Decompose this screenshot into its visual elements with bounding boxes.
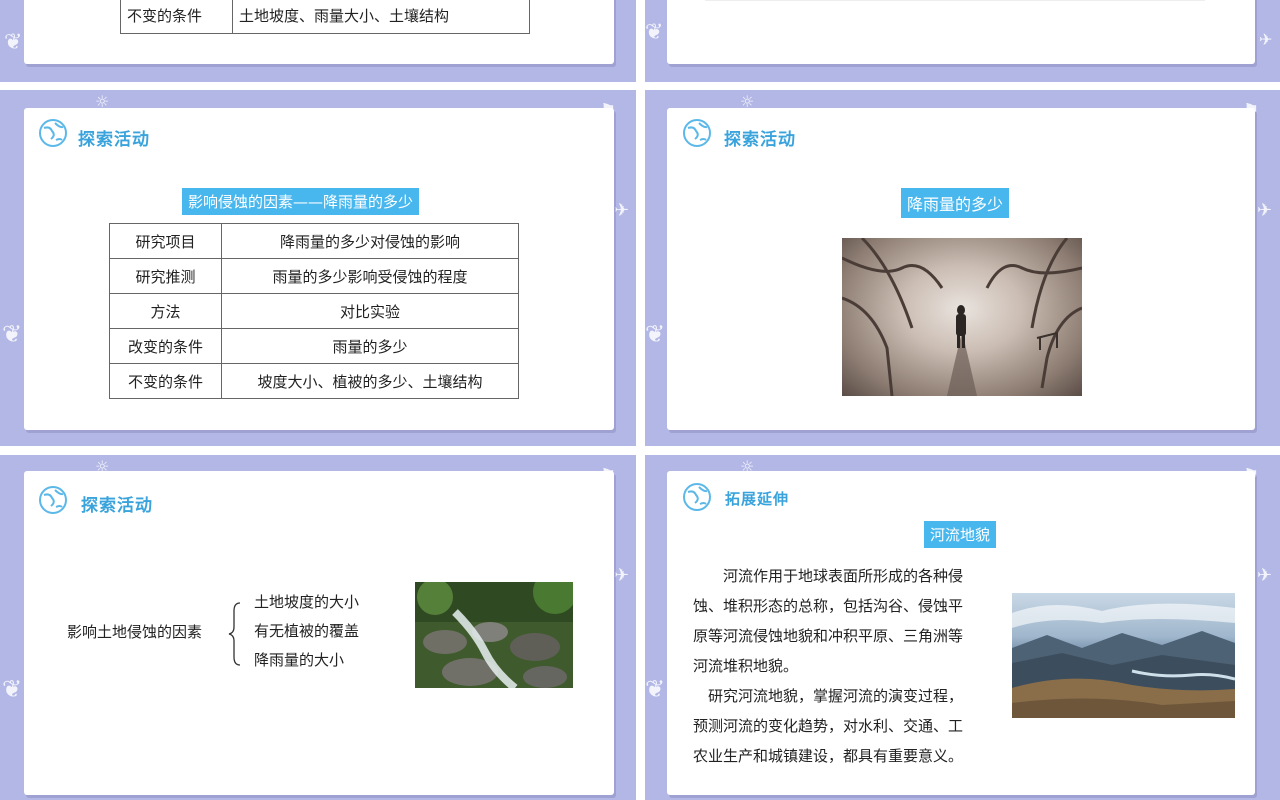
paragraph-line: 河流作用于地球表面所形成的各种侵 [693,567,964,585]
table-cell-label: 研究项目 [109,223,222,259]
airplane-decoration: ✈ [614,565,630,586]
table-cell-label: 不变的条件 [120,0,233,34]
leaf-decoration: ❦ [2,675,23,703]
airplane-decoration: ✈ [1257,565,1273,586]
slide-2[interactable]: ❦ ✈ [645,0,1280,82]
airplane-decoration: ✈ [1259,30,1273,49]
section-title: 探索活动 [724,130,796,150]
paragraph-line: 原等河流侵蚀地貌和冲积平原、三角洲等 [693,627,964,645]
airplane-decoration: ✈ [1257,200,1273,221]
slide-4-card: 探索活动 降雨量的多少 [667,108,1255,430]
paragraph-line: 河流堆积地貌。 [693,657,799,675]
foggy-park-photo [842,238,1082,396]
slide-2-divider [705,0,1205,1]
study-table: 研究项目 降雨量的多少对侵蚀的影响 研究推测 雨量的多少影响受侵蚀的程度 方法 对比实… [109,223,519,399]
table-row: 不变的条件 坡度大小、植被的多少、土壤结构 [109,363,519,399]
section-title: 探索活动 [81,496,153,516]
topic-banner: 降雨量的多少 [901,188,1010,218]
table-cell-label: 不变的条件 [109,363,222,399]
globe-icon [39,119,67,147]
slide-6-card: 拓展延伸 河流地貌 河流作用于地球表面所形成的各种侵 蚀、堆积形态的总称，包括沟… [667,471,1255,795]
table-cell-label: 方法 [109,293,222,329]
table-cell-value: 坡度大小、植被的多少、土壤结构 [221,363,519,399]
table-cell-label: 研究推测 [109,258,222,294]
topic-banner: 影响侵蚀的因素——降雨量的多少 [182,188,420,215]
globe-icon [683,119,711,147]
table-row: 不变的条件 土地坡度、雨量大小、土壤结构 [120,0,530,34]
table-cell-value: 雨量的多少影响受侵蚀的程度 [221,258,519,294]
globe-icon [683,483,711,511]
factor-root-label: 影响土地侵蚀的因素 [67,623,203,641]
section-title: 拓展延伸 [725,490,790,508]
slide-5[interactable]: ☼ ❦ ⚑ ✈ 探索活动 影响土地侵蚀的因素 土地坡度的大小 有无植被的覆盖 降… [0,455,636,800]
leaf-decoration: ❦ [2,320,23,348]
section-title: 探索活动 [78,130,150,150]
slide-2-card [667,0,1255,64]
paragraph-line: 农业生产和城镇建设，都具有重要意义。 [693,747,964,765]
table-cell-value: 土地坡度、雨量大小、土壤结构 [232,0,530,34]
leaf-decoration: ❦ [4,30,23,55]
bracket-connector [228,602,241,666]
paragraph-line: 预测河流的变化趋势，对水利、交通、工 [693,717,964,735]
table-row: 研究推测 雨量的多少影响受侵蚀的程度 [109,258,519,294]
table-row: 改变的条件 雨量的多少 [109,328,519,364]
factor-branch: 有无植被的覆盖 [254,622,360,640]
leaf-decoration: ❦ [645,20,664,45]
factor-branch: 降雨量的大小 [254,651,345,669]
globe-icon [39,486,67,514]
slide-3[interactable]: ☼ ❦ ⚑ ✈ 探索活动 影响侵蚀的因素——降雨量的多少 研究项目降雨量的多少对… [0,90,636,446]
table-row: 研究项目 降雨量的多少对侵蚀的影响 [109,223,519,259]
factor-branch: 土地坡度的大小 [254,593,360,611]
airplane-decoration: ✈ [614,200,630,221]
table-cell-value: 对比实验 [221,293,519,329]
table-cell-value: 降雨量的多少对侵蚀的影响 [221,223,519,259]
foggy-park-scene [842,238,1082,396]
table-row: 方法 对比实验 [109,293,519,329]
slide-6[interactable]: ☼ ❦ ⚑ ✈ 拓展延伸 河流地貌 河流作用于地球表面所形成的各种侵 蚀、堆积形… [645,455,1280,800]
slide-4[interactable]: ☼ ❦ ⚑ ✈ 探索活动 降雨量的多少 [645,90,1280,446]
topic-banner: 河流地貌 [924,521,997,548]
paragraph-line: 研究河流地貌，掌握河流的演变过程， [693,687,964,705]
stream-rocks-photo [415,582,573,688]
slide-5-card: 探索活动 影响土地侵蚀的因素 土地坡度的大小 有无植被的覆盖 降雨量的大小 [24,471,614,795]
stream-scene [415,582,573,688]
paragraph-line: 蚀、堆积形态的总称，包括沟谷、侵蚀平 [693,597,964,615]
slide-3-card: 探索活动 影响侵蚀的因素——降雨量的多少 研究项目 降雨量的多少对侵蚀的影响 研究… [24,108,614,430]
slide-1[interactable]: 不变的条件 土地坡度、雨量大小、土壤结构 ❦ [0,0,636,82]
leaf-decoration: ❦ [645,675,666,703]
river-valley-scene [1012,603,1235,718]
slide-1-table: 不变的条件 土地坡度、雨量大小、土壤结构 [120,0,530,34]
leaf-decoration: ❦ [645,320,666,348]
table-cell-value: 雨量的多少 [221,328,519,364]
river-valley-photo [1012,593,1235,718]
table-cell-label: 改变的条件 [109,328,222,364]
